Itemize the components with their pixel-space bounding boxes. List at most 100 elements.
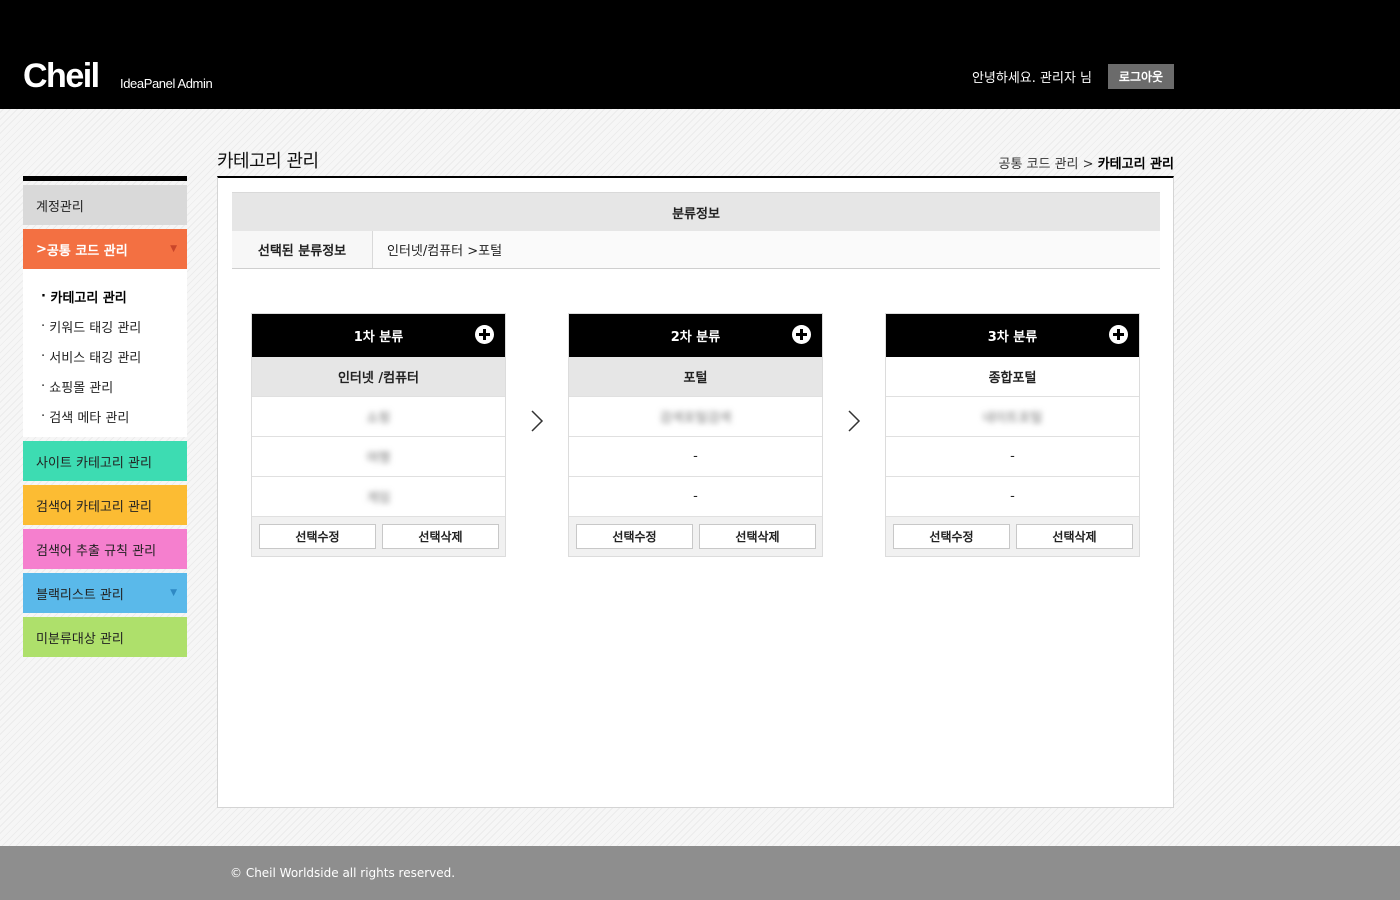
sidebar-item-account[interactable]: 계정관리 <box>23 185 187 225</box>
list-item[interactable]: 검색포털검색 <box>569 397 822 437</box>
list-item[interactable]: - <box>569 437 822 477</box>
sidebar-item-label: 계정관리 <box>36 199 84 215</box>
list-item[interactable]: - <box>569 477 822 517</box>
bullet: · <box>41 378 46 394</box>
page-title: 카테고리 관리 <box>217 151 319 172</box>
bullet: · <box>41 288 46 304</box>
list-item[interactable]: 네이트포털 <box>886 397 1139 437</box>
category-column-1: 1차 분류 인터넷 /컴퓨터 쇼핑 여행 게임 선택수정 선택삭제 <box>251 313 506 557</box>
column-footer: 선택수정 선택삭제 <box>569 517 822 556</box>
column-footer: 선택수정 선택삭제 <box>886 517 1139 556</box>
category-column-3: 3차 분류 종합포털 네이트포털 - - 선택수정 선택삭제 <box>885 313 1140 557</box>
delete-selected-button[interactable]: 선택삭제 <box>1016 524 1133 549</box>
top-header: Cheil IdeaPanel Admin 안녕하세요. 관리자 님 로그아웃 <box>0 0 1400 109</box>
column-header: 3차 분류 <box>886 314 1139 357</box>
edit-selected-button[interactable]: 선택수정 <box>576 524 693 549</box>
sidebar-item-blacklist[interactable]: 블랙리스트 관리 ▼ <box>23 573 187 613</box>
list-item[interactable]: 인터넷 /컴퓨터 <box>252 357 505 397</box>
submenu-item-service-tagging[interactable]: · 서비스 태깅 관리 <box>23 341 187 371</box>
logo-subtitle: IdeaPanel Admin <box>120 76 213 91</box>
list-item-label: - <box>1010 489 1015 504</box>
delete-selected-button[interactable]: 선택삭제 <box>382 524 499 549</box>
chevron-right-icon <box>531 410 544 432</box>
selected-info-value: 인터넷/컴퓨터 >포털 <box>373 231 1160 268</box>
submenu-label: 서비스 태깅 관리 <box>49 350 142 366</box>
list-item-label: - <box>1010 449 1015 464</box>
submenu-item-search-meta[interactable]: · 검색 메타 관리 <box>23 401 187 431</box>
list-item[interactable]: 포털 <box>569 357 822 397</box>
triangle-down-icon: ▼ <box>170 588 177 598</box>
selected-info-row: 선택된 분류정보 인터넷/컴퓨터 >포털 <box>232 231 1160 269</box>
page-footer: © Cheil Worldside all rights reserved. <box>0 846 1400 900</box>
column-header: 1차 분류 <box>252 314 505 357</box>
plus-circle-icon[interactable] <box>475 325 494 344</box>
edit-selected-button[interactable]: 선택수정 <box>893 524 1010 549</box>
submenu-item-category[interactable]: · 카테고리 관리 <box>23 281 187 311</box>
submenu: · 카테고리 관리 · 키워드 태깅 관리 · 서비스 태깅 관리 · 쇼핑몰 … <box>23 269 187 437</box>
sidebar-item-label: 검색어 카테고리 관리 <box>36 499 152 515</box>
list-item-label: - <box>693 449 698 464</box>
copyright-text: © Cheil Worldside all rights reserved. <box>230 866 456 880</box>
bullet: · <box>41 408 46 424</box>
list-item[interactable]: 쇼핑 <box>252 397 505 437</box>
column-title: 2차 분류 <box>670 330 721 345</box>
chevron-right-icon <box>848 410 861 432</box>
list-item-label: 인터넷 /컴퓨터 <box>337 371 420 386</box>
info-header: 분류정보 <box>232 192 1160 231</box>
active-marker: > <box>36 241 47 257</box>
list-item-label: 검색포털검색 <box>659 411 732 426</box>
user-greeting: 안녕하세요. 관리자 님 <box>971 71 1092 86</box>
plus-circle-icon[interactable] <box>792 325 811 344</box>
content-panel: 분류정보 선택된 분류정보 인터넷/컴퓨터 >포털 1차 분류 인터넷 /컴퓨터… <box>217 176 1174 808</box>
list-item-label: - <box>693 489 698 504</box>
triangle-down-icon: ▼ <box>170 244 177 254</box>
sidebar-item-site-category[interactable]: 사이트 카테고리 관리 <box>23 441 187 481</box>
breadcrumb: 공통 코드 관리 > 카테고리 관리 <box>998 153 1174 172</box>
list-item-label: 종합포털 <box>988 371 1037 386</box>
list-item[interactable]: 게임 <box>252 477 505 517</box>
classification-info-table: 분류정보 선택된 분류정보 인터넷/컴퓨터 >포털 <box>232 192 1160 269</box>
breadcrumb-separator: > <box>1082 157 1094 172</box>
list-item-label: 네이트포털 <box>982 411 1043 426</box>
sidebar-item-label: 사이트 카테고리 관리 <box>36 455 152 471</box>
sidebar-item-label: 공통 코드 관리 <box>46 243 128 259</box>
category-column-2: 2차 분류 포털 검색포털검색 - - 선택수정 선택삭제 <box>568 313 823 557</box>
list-item-label: 쇼핑 <box>366 411 391 426</box>
list-item[interactable]: - <box>886 477 1139 517</box>
sidebar-item-common-code[interactable]: > 공통 코드 관리 ▼ <box>23 229 187 269</box>
list-item[interactable]: - <box>886 437 1139 477</box>
submenu-label: 검색 메타 관리 <box>49 410 130 426</box>
logout-button[interactable]: 로그아웃 <box>1108 64 1174 89</box>
submenu-item-keyword-tagging[interactable]: · 키워드 태깅 관리 <box>23 311 187 341</box>
list-item-label: 여행 <box>366 451 391 466</box>
sidebar-item-unclassified[interactable]: 미분류대상 관리 <box>23 617 187 657</box>
breadcrumb-parent[interactable]: 공통 코드 관리 <box>998 157 1078 172</box>
logo-wordmark: Cheil <box>23 57 100 95</box>
submenu-label: 카테고리 관리 <box>50 290 127 306</box>
plus-circle-icon[interactable] <box>1109 325 1128 344</box>
sidebar-item-extraction-rule[interactable]: 검색어 추출 규칙 관리 <box>23 529 187 569</box>
sidebar: 계정관리 > 공통 코드 관리 ▼ · 카테고리 관리 · 키워드 태깅 관리 … <box>23 176 187 661</box>
list-item-label: 포털 <box>683 371 708 386</box>
sidebar-top-rule <box>23 176 187 181</box>
column-header: 2차 분류 <box>569 314 822 357</box>
column-footer: 선택수정 선택삭제 <box>252 517 505 556</box>
cheil-logo[interactable]: Cheil IdeaPanel Admin <box>23 57 213 95</box>
list-item[interactable]: 종합포털 <box>886 357 1139 397</box>
column-title: 3차 분류 <box>987 330 1038 345</box>
breadcrumb-current: 카테고리 관리 <box>1097 157 1174 172</box>
bullet: · <box>41 348 46 364</box>
submenu-label: 키워드 태깅 관리 <box>49 320 142 336</box>
selected-info-label: 선택된 분류정보 <box>232 231 373 268</box>
sidebar-item-label: 미분류대상 관리 <box>36 631 124 647</box>
edit-selected-button[interactable]: 선택수정 <box>259 524 376 549</box>
list-item-label: 게임 <box>366 491 391 506</box>
column-title: 1차 분류 <box>353 330 404 345</box>
delete-selected-button[interactable]: 선택삭제 <box>699 524 816 549</box>
sidebar-item-label: 검색어 추출 규칙 관리 <box>36 543 157 559</box>
sidebar-item-search-category[interactable]: 검색어 카테고리 관리 <box>23 485 187 525</box>
submenu-item-shopping-mall[interactable]: · 쇼핑몰 관리 <box>23 371 187 401</box>
submenu-label: 쇼핑몰 관리 <box>49 380 114 396</box>
list-item[interactable]: 여행 <box>252 437 505 477</box>
bullet: · <box>41 318 46 334</box>
